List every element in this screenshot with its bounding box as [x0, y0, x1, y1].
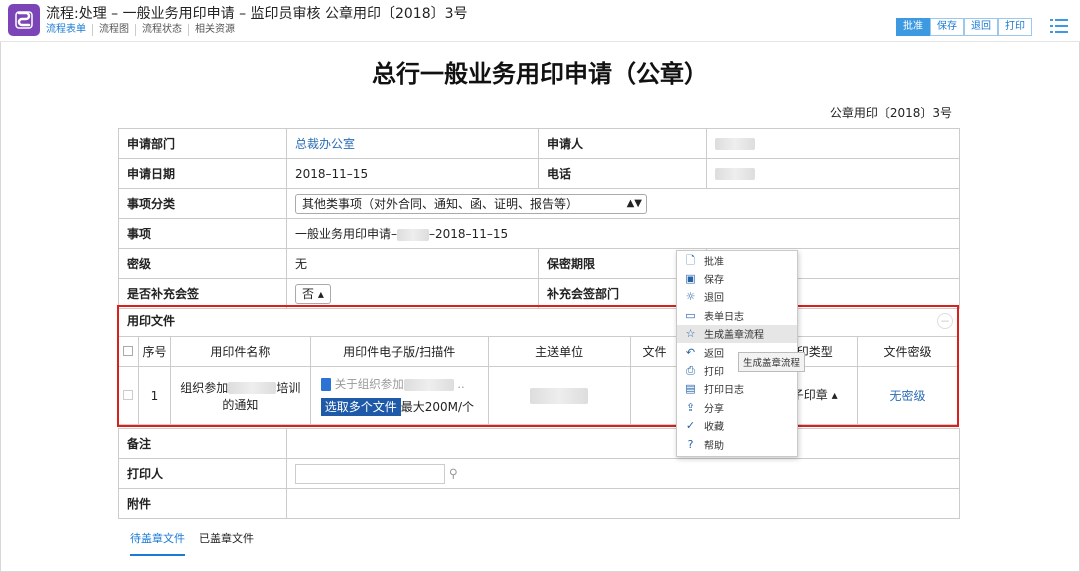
attach-value	[286, 488, 960, 519]
ctx-favorite[interactable]: ✓ 收藏	[677, 417, 797, 435]
ctx-generate-seal-flow[interactable]: ☆ 生成盖章流程	[677, 324, 797, 343]
date-label: 申请日期	[118, 158, 287, 189]
select-arrow-icon: ▲▼	[626, 197, 642, 209]
application-form-lower: 备注 打印人 ⚲ 附件	[118, 428, 960, 519]
tooltip: 生成盖章流程	[738, 352, 806, 372]
printer-label: 打印人	[118, 458, 287, 489]
share-icon: ⇪	[685, 400, 696, 414]
application-form: 申请部门 总裁办公室 申请人 申请日期 2018–11–15 电话 事项分类 其…	[118, 128, 960, 309]
reject-button[interactable]: 退回	[964, 18, 998, 36]
tab-pending-seal[interactable]: 待盖章文件	[130, 530, 185, 556]
tab-flowchart[interactable]: 流程图	[93, 24, 136, 36]
document-title: 总行一般业务用印申请（公章）	[372, 59, 708, 88]
app-logo-icon	[8, 4, 40, 36]
phone-label: 电话	[538, 158, 707, 189]
header-bar: 流程:处理 – 一般业务用印申请 – 监印员审核 公章用印〔2018〕3号 流程…	[0, 0, 1080, 42]
document-icon: 🗋	[686, 253, 695, 267]
list-menu-icon[interactable]	[1050, 18, 1068, 34]
log-icon: ▭	[685, 308, 696, 322]
tab-form[interactable]: 流程表单	[46, 24, 93, 36]
undo-icon: ↶	[685, 345, 696, 359]
extra-sign-label: 是否补充会签	[118, 278, 287, 309]
extra-sign-select[interactable]: 否 ▴	[295, 283, 331, 304]
bottom-tabs: 待盖章文件 已盖章文件	[130, 530, 254, 556]
ctx-help[interactable]: ? 帮助	[677, 435, 797, 453]
ctx-share[interactable]: ⇪ 分享	[677, 398, 797, 416]
phone-value	[706, 158, 960, 189]
star-icon: ☆	[685, 327, 696, 341]
document-number: 公章用印〔2018〕3号	[829, 106, 952, 120]
save-icon: ▣	[685, 272, 696, 286]
ctx-approve[interactable]: 🗋 批准	[677, 251, 797, 269]
printer-icon: ⎙	[686, 364, 695, 378]
category-label: 事项分类	[118, 188, 287, 219]
help-icon: ?	[687, 437, 694, 451]
search-icon[interactable]: ⚲	[449, 466, 458, 480]
window-title: 流程:处理 – 一般业务用印申请 – 监印员审核 公章用印〔2018〕3号	[46, 6, 468, 22]
dept-label: 申请部门	[118, 128, 287, 159]
tab-flow-status[interactable]: 流程状态	[136, 24, 189, 36]
toolbar: 批准 保存 退回 打印	[896, 18, 1032, 36]
approve-button[interactable]: 批准	[896, 18, 930, 36]
secret-value: 无	[286, 248, 539, 279]
item-value: 一般业务用印申请– –2018–11–15	[286, 218, 960, 249]
check-icon: ✓	[685, 419, 696, 433]
tab-resources[interactable]: 相关资源	[189, 24, 241, 36]
ctx-form-log[interactable]: ▭ 表单日志	[677, 306, 797, 324]
printer-input[interactable]	[295, 463, 445, 484]
highlight-box	[117, 305, 959, 427]
header-tabs: 流程表单 流程图 流程状态 相关资源	[46, 24, 241, 36]
category-select[interactable]: 其他类事项（对外合同、通知、函、证明、报告等） ▲▼	[295, 193, 647, 214]
secret-label: 密级	[118, 248, 287, 279]
ctx-reject[interactable]: ☼ 退回	[677, 288, 797, 306]
applicant-label: 申请人	[538, 128, 707, 159]
date-value: 2018–11–15	[286, 158, 539, 189]
save-button[interactable]: 保存	[930, 18, 964, 36]
applicant-value	[706, 128, 960, 159]
remark-label: 备注	[118, 428, 287, 459]
attach-label: 附件	[118, 488, 287, 519]
ctx-print-log[interactable]: ▤ 打印日志	[677, 380, 797, 398]
sun-icon: ☼	[685, 290, 696, 304]
tab-sealed[interactable]: 已盖章文件	[199, 530, 254, 556]
item-label: 事项	[118, 218, 287, 249]
dept-value[interactable]: 总裁办公室	[295, 137, 355, 151]
ctx-save[interactable]: ▣ 保存	[677, 269, 797, 287]
remark-value[interactable]	[286, 428, 960, 459]
print-button[interactable]: 打印	[998, 18, 1032, 36]
window-icon: ▤	[685, 382, 696, 396]
